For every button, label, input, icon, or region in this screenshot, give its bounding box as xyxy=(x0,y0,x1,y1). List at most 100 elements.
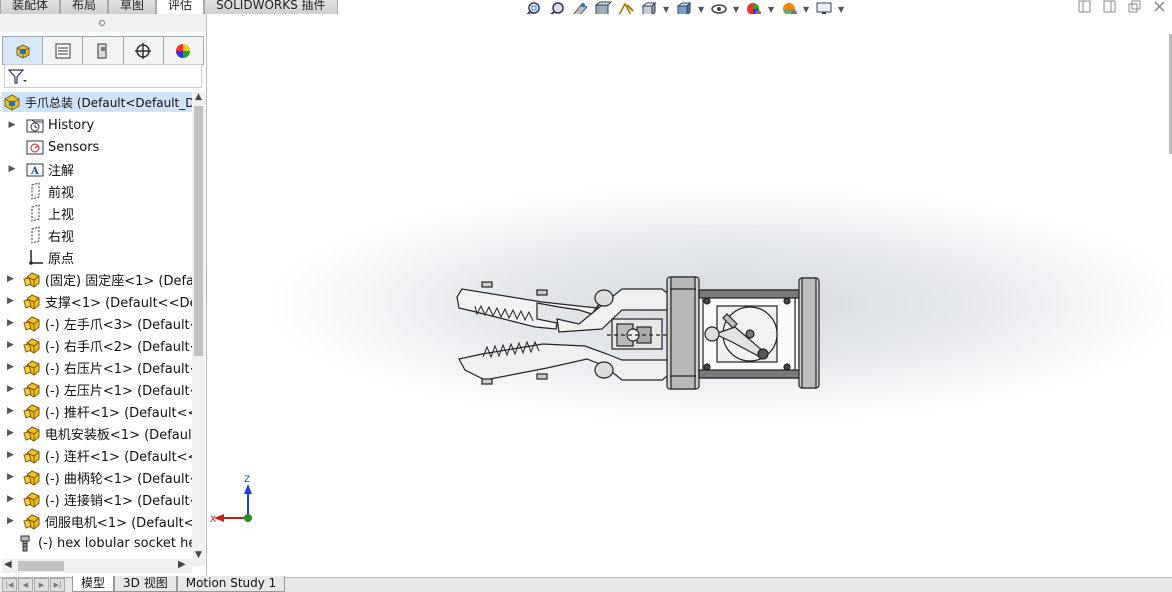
expand-arrow-icon[interactable]: ▶ xyxy=(7,406,14,416)
tree-item-label: (-) 左压片<1> (Default<< xyxy=(44,383,192,399)
tree-item-label: 上视 xyxy=(48,207,75,223)
tree-root-assembly[interactable]: 手爪总装 (Default<Default_D xyxy=(2,92,192,112)
filter-box[interactable] xyxy=(4,64,202,88)
tree-item[interactable]: ▶ 支撑<1> (Default<<Defa xyxy=(0,290,192,312)
tab-sketch[interactable]: 草图 xyxy=(108,0,157,15)
plane-icon xyxy=(25,182,45,200)
tree-item[interactable]: ▶ (-) 右压片<1> (Default<< xyxy=(0,356,192,378)
part-icon xyxy=(22,512,42,530)
tree-item-label: (-) 右压片<1> (Default<< xyxy=(44,361,192,377)
close-icon[interactable] xyxy=(1153,0,1166,13)
filter-icon[interactable] xyxy=(7,67,29,85)
tree-item[interactable]: ▶ (-) 右手爪<2> (Default<< xyxy=(0,334,192,356)
tree-horizontal-scrollbar[interactable]: ◀ ▶ xyxy=(2,559,192,573)
tree-item[interactable]: 右视 xyxy=(0,224,192,246)
prev-tab-button[interactable]: ◀ xyxy=(18,578,33,592)
tree-vertical-scrollbar[interactable]: ▲ ▼ xyxy=(192,92,205,566)
display-manager-icon[interactable] xyxy=(163,37,204,64)
annotations-icon: A xyxy=(25,160,45,178)
graphics-area[interactable]: Z X xyxy=(207,14,1172,577)
tab-solidworks-addins[interactable]: SOLIDWORKS 插件 xyxy=(204,0,338,15)
tree-item[interactable]: (-) hex lobular socket he xyxy=(0,532,192,554)
tree-item-label: (-) 连杆<1> (Default<<D xyxy=(44,449,192,465)
assembly-icon xyxy=(2,93,22,111)
tree-item-label: Sensors xyxy=(48,139,100,155)
tree-item[interactable]: ▶ (-) 左压片<1> (Default<< xyxy=(0,378,192,400)
tree-item-label: History xyxy=(48,117,95,133)
tree-item[interactable]: ▶ (-) 连接销<1> (Default<< xyxy=(0,488,192,510)
featuremanager-tree-icon[interactable] xyxy=(3,37,44,64)
toolbox-screw-icon xyxy=(15,534,35,552)
part-icon xyxy=(22,380,42,398)
tree-item[interactable]: Sensors xyxy=(0,136,192,158)
tree-item-label: (-) 推杆<1> (Default<<D xyxy=(44,405,192,421)
next-tab-button[interactable]: ▶ xyxy=(34,578,49,592)
tree-item[interactable]: ▶ (-) 左手爪<3> (Default<< xyxy=(0,312,192,334)
plane-icon xyxy=(25,204,45,222)
tree-item[interactable]: ▶ History xyxy=(0,114,192,136)
expand-arrow-icon[interactable]: ▶ xyxy=(7,384,14,394)
tile-right-icon[interactable] xyxy=(1103,0,1116,13)
feature-tree: 手爪总装 (Default<Default_D ▶ History Sensors ▶… xyxy=(0,92,192,566)
part-icon xyxy=(22,402,42,420)
first-tab-button[interactable]: |◀ xyxy=(2,578,17,592)
tree-item[interactable]: ▶ 电机安装板<1> (Default< xyxy=(0,422,192,444)
expand-arrow-icon[interactable]: ▶ xyxy=(7,516,14,526)
expand-arrow-icon[interactable]: ▶ xyxy=(7,274,14,284)
part-icon xyxy=(22,358,42,376)
tab-motion-study[interactable]: Motion Study 1 xyxy=(176,576,286,592)
triad-x-label: X xyxy=(210,515,216,525)
property-manager-icon[interactable] xyxy=(43,37,84,64)
tree-item-label: 伺服电机<1> (Default<< xyxy=(44,515,192,531)
expand-arrow-icon[interactable]: ▶ xyxy=(7,120,17,130)
expand-arrow-icon[interactable]: ▶ xyxy=(7,318,14,328)
tab-layout[interactable]: 布局 xyxy=(60,0,109,15)
triad-z-label: Z xyxy=(244,475,250,485)
expand-arrow-icon[interactable]: ▶ xyxy=(7,494,14,504)
part-icon xyxy=(22,336,42,354)
bottom-tab-bar: |◀ ◀ ▶ ▶| 模型 3D 视图 Motion Study 1 xyxy=(0,576,1172,592)
tree-item-label: (-) 左手爪<3> (Default<< xyxy=(44,317,192,333)
gripper-assembly-model[interactable] xyxy=(207,14,1172,577)
expand-arrow-icon[interactable]: ▶ xyxy=(7,450,14,460)
part-icon xyxy=(22,270,42,288)
tree-item-label: (-) 连接销<1> (Default<< xyxy=(44,493,192,509)
tree-item-label: 支撑<1> (Default<<Defa xyxy=(44,295,192,311)
tree-item[interactable]: 前视 xyxy=(0,180,192,202)
sensors-icon xyxy=(25,138,45,156)
tree-item[interactable]: ▶ 伺服电机<1> (Default<< xyxy=(0,510,192,532)
tree-item[interactable]: ▶ (-) 连杆<1> (Default<<D xyxy=(0,444,192,466)
plane-icon xyxy=(25,226,45,244)
expand-arrow-icon[interactable]: ▶ xyxy=(7,362,14,372)
expand-arrow-icon[interactable]: ▶ xyxy=(7,164,17,174)
tree-item[interactable]: 原点 xyxy=(0,246,192,268)
last-tab-button[interactable]: ▶| xyxy=(50,578,65,592)
coordinate-triad: Z X xyxy=(210,475,252,525)
tree-item-label: 注解 xyxy=(48,163,75,179)
tree-root-label: 手爪总装 (Default<Default_D xyxy=(25,95,192,110)
restore-icon[interactable] xyxy=(1128,0,1141,13)
tab-evaluate[interactable]: 评估 xyxy=(156,0,205,15)
tile-left-icon[interactable] xyxy=(1078,0,1091,13)
expand-arrow-icon[interactable]: ▶ xyxy=(7,472,14,482)
tree-item[interactable]: ▶ A 注解 xyxy=(0,158,192,180)
tree-item-label: 原点 xyxy=(48,251,75,267)
expand-arrow-icon[interactable]: ▶ xyxy=(7,428,14,438)
part-icon xyxy=(22,314,42,332)
tab-3d-views[interactable]: 3D 视图 xyxy=(114,576,177,592)
tree-item[interactable]: ▶ (-) 推杆<1> (Default<<D xyxy=(0,400,192,422)
tab-assembly[interactable]: 装配体 xyxy=(0,0,61,15)
tree-item[interactable]: 上视 xyxy=(0,202,192,224)
expand-arrow-icon[interactable]: ▶ xyxy=(7,296,14,306)
tree-item[interactable]: ▶ (-) 曲柄轮<1> (Default<< xyxy=(0,466,192,488)
configuration-manager-icon[interactable] xyxy=(83,37,124,64)
dimxpert-manager-icon[interactable] xyxy=(123,37,164,64)
panel-grip[interactable] xyxy=(0,14,206,32)
tree-item-label: 前视 xyxy=(48,185,75,201)
tree-item[interactable]: ▶ (固定) 固定座<1> (Defaul xyxy=(0,268,192,290)
history-folder-icon xyxy=(25,116,45,134)
tab-model[interactable]: 模型 xyxy=(72,576,115,592)
part-icon xyxy=(22,446,42,464)
expand-arrow-icon[interactable]: ▶ xyxy=(7,340,14,350)
part-icon xyxy=(22,292,42,310)
